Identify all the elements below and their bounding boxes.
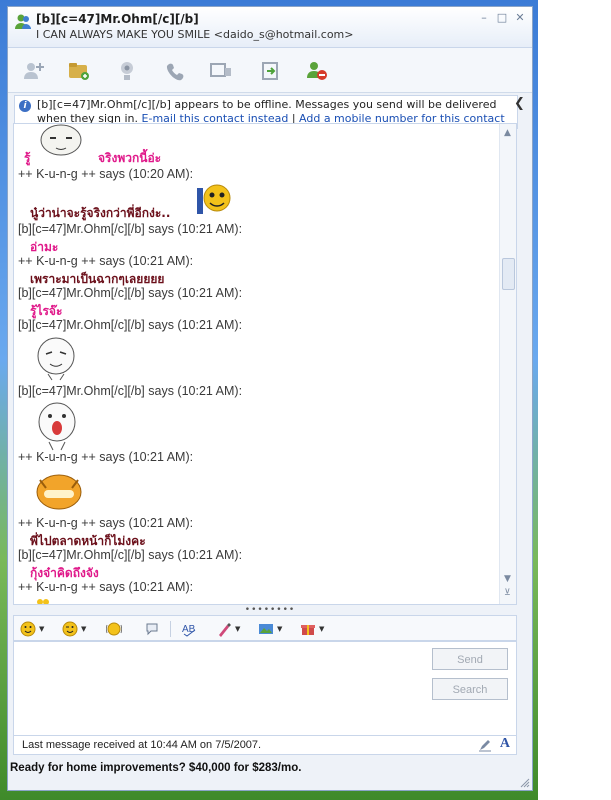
message-header: [b][c=47]Mr.Ohm[/c][/b] says (10:21 AM): — [18, 384, 243, 398]
compose-area: Send Search — [13, 641, 517, 737]
status-bar: Last message received at 10:44 AM on 7/5… — [13, 735, 517, 755]
emoticon-icon[interactable] — [20, 621, 36, 637]
message-header: ++ K-u-n-g ++ says (10:20 AM): — [18, 167, 194, 181]
advertisement-banner[interactable]: Ready for home improvements? $40,000 for… — [10, 762, 301, 774]
white-blob-emoticon — [37, 337, 75, 381]
font-icon[interactable]: A — [500, 736, 510, 752]
contact-status-message: I CAN ALWAYS MAKE YOU SMILE <daido_s@hot… — [36, 28, 354, 41]
invite-icon[interactable] — [20, 58, 46, 84]
minimize-button[interactable]: – — [478, 12, 490, 24]
splitter-handle[interactable]: •••••••• — [7, 605, 533, 615]
nudge-icon[interactable] — [106, 621, 122, 637]
wink-icon[interactable] — [62, 621, 78, 637]
contact-name: [b][c=47]Mr.Ohm[/c][/b] — [36, 12, 199, 26]
webcam-icon[interactable] — [114, 58, 140, 84]
games-icon[interactable] — [258, 58, 284, 84]
smiley-with-sign-emoticon — [197, 184, 231, 214]
message-text: จริงพวกนี้อ่ะ — [98, 151, 162, 165]
send-button[interactable]: Send — [432, 648, 508, 670]
gift-icon[interactable] — [300, 621, 316, 637]
last-message-status: Last message received at 10:44 AM on 7/5… — [22, 739, 262, 751]
scroll-up-icon[interactable]: ▲ — [504, 128, 511, 138]
spell-check-icon[interactable]: AB — [182, 621, 198, 637]
message-header: ++ K-u-n-g ++ says (10:21 AM): — [18, 580, 194, 594]
message-header: ++ K-u-n-g ++ says (10:21 AM): — [18, 516, 194, 530]
action-toolbar — [8, 48, 532, 93]
message-header: ++ K-u-n-g ++ says (10:21 AM): — [18, 254, 194, 268]
voice-clip-icon[interactable] — [144, 621, 160, 637]
scroll-down-icon[interactable]: ▼ — [504, 574, 511, 584]
svg-text:AB: AB — [182, 624, 196, 635]
chevron-down-icon[interactable]: ▼ — [81, 625, 86, 633]
call-icon[interactable] — [162, 58, 188, 84]
chevron-left-icon[interactable]: ❮ — [514, 96, 525, 111]
maximize-button[interactable]: □ — [496, 12, 508, 24]
buddy-icon — [15, 14, 31, 29]
search-button[interactable]: Search — [432, 678, 508, 700]
background-icon[interactable] — [216, 621, 232, 637]
format-toolbar: ▼ ▼ AB ▼ ▼ ▼ — [13, 615, 517, 641]
info-icon: i — [19, 100, 31, 112]
activities-icon[interactable] — [208, 58, 234, 84]
cartoon-face-emoticon — [40, 124, 82, 156]
chevron-down-icon[interactable]: ▼ — [39, 625, 44, 633]
conversation-history[interactable]: รู้ จริงพวกนี้อ่ะ ++ K-u-n-g ++ says (10… — [13, 123, 517, 605]
partial-emoticon — [37, 599, 49, 604]
message-header: [b][c=47]Mr.Ohm[/c][/b] says (10:21 AM): — [18, 318, 243, 332]
message-header: ++ K-u-n-g ++ says (10:21 AM): — [18, 450, 194, 464]
message-header: [b][c=47]Mr.Ohm[/c][/b] says (10:21 AM): — [18, 286, 243, 300]
display-picture-icon[interactable] — [258, 621, 274, 637]
title-bar[interactable]: [b][c=47]Mr.Ohm[/c][/b] I CAN ALWAYS MAK… — [8, 7, 532, 48]
message-header: [b][c=47]Mr.Ohm[/c][/b] says (10:21 AM): — [18, 222, 243, 236]
message-text: รู้ — [24, 151, 31, 165]
resize-grip-icon[interactable] — [520, 778, 530, 788]
scroll-thumb[interactable] — [502, 258, 515, 290]
send-files-icon[interactable] — [66, 58, 92, 84]
block-icon[interactable] — [304, 58, 330, 84]
message-text: นู๋ว่าน่าจะรู้จริงกว่าพี่อีกง่ะ.. — [30, 206, 171, 220]
chevron-down-icon[interactable]: ▼ — [319, 625, 324, 633]
handwriting-icon[interactable] — [478, 738, 492, 752]
message-input[interactable] — [18, 646, 422, 734]
chevron-down-icon[interactable]: ▼ — [277, 625, 282, 633]
conversation-scrollbar[interactable]: ▲ ▼ ⊻ — [499, 124, 516, 604]
orange-cat-emoticon — [36, 474, 82, 510]
shouting-face-emoticon — [38, 402, 76, 451]
close-button[interactable]: ✕ — [514, 12, 526, 24]
toolbar-separator — [170, 621, 171, 637]
message-header: [b][c=47]Mr.Ohm[/c][/b] says (10:21 AM): — [18, 548, 243, 562]
chevron-down-icon[interactable]: ▼ — [235, 625, 240, 633]
scroll-end-icon[interactable]: ⊻ — [504, 588, 511, 598]
